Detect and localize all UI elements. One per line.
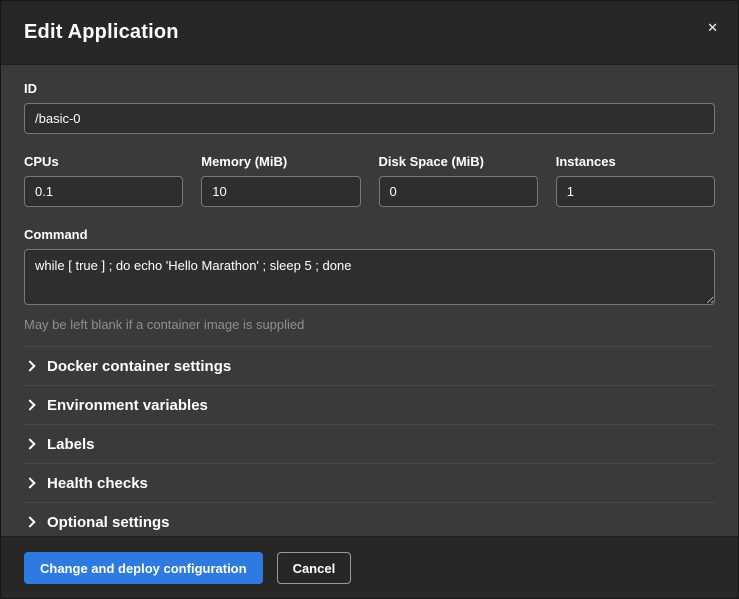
disk-label: Disk Space (MiB) — [379, 154, 538, 169]
chevron-right-icon — [24, 438, 35, 449]
section-docker-container-settings[interactable]: Docker container settings — [24, 346, 715, 385]
id-field-group: ID — [24, 81, 715, 134]
section-optional-settings[interactable]: Optional settings — [24, 502, 715, 536]
chevron-right-icon — [24, 399, 35, 410]
section-label: Docker container settings — [47, 358, 231, 375]
section-health-checks[interactable]: Health checks — [24, 463, 715, 502]
section-labels[interactable]: Labels — [24, 424, 715, 463]
disk-input[interactable] — [379, 176, 538, 207]
memory-label: Memory (MiB) — [201, 154, 360, 169]
section-label: Health checks — [47, 475, 148, 492]
section-label: Optional settings — [47, 514, 170, 531]
cpus-label: CPUs — [24, 154, 183, 169]
edit-application-form: ID CPUs Memory (MiB) Disk Space (MiB) In… — [1, 65, 738, 536]
modal-header: Edit Application ✕ — [1, 1, 738, 65]
command-field-group: Command while [ true ] ; do echo 'Hello … — [24, 227, 715, 332]
edit-application-modal: Edit Application ✕ ID CPUs Memory (MiB) … — [0, 0, 739, 599]
instances-field-group: Instances — [556, 154, 715, 207]
command-label: Command — [24, 227, 715, 242]
section-label: Labels — [47, 436, 95, 453]
disk-field-group: Disk Space (MiB) — [379, 154, 538, 207]
cpus-input[interactable] — [24, 176, 183, 207]
command-input[interactable]: while [ true ] ; do echo 'Hello Marathon… — [24, 249, 715, 305]
id-input[interactable] — [24, 103, 715, 134]
instances-input[interactable] — [556, 176, 715, 207]
cancel-button[interactable]: Cancel — [277, 552, 352, 584]
instances-label: Instances — [556, 154, 715, 169]
chevron-right-icon — [24, 516, 35, 527]
cpus-field-group: CPUs — [24, 154, 183, 207]
close-icon[interactable]: ✕ — [703, 17, 722, 38]
memory-field-group: Memory (MiB) — [201, 154, 360, 207]
chevron-right-icon — [24, 477, 35, 488]
section-label: Environment variables — [47, 397, 208, 414]
command-help-text: May be left blank if a container image i… — [24, 317, 715, 332]
section-environment-variables[interactable]: Environment variables — [24, 385, 715, 424]
resources-row: CPUs Memory (MiB) Disk Space (MiB) Insta… — [24, 154, 715, 207]
modal-footer: Change and deploy configuration Cancel — [1, 536, 738, 598]
change-and-deploy-button[interactable]: Change and deploy configuration — [24, 552, 263, 584]
id-label: ID — [24, 81, 715, 96]
page-title: Edit Application — [24, 21, 179, 44]
collapsible-sections: Docker container settings Environment va… — [24, 346, 715, 536]
memory-input[interactable] — [201, 176, 360, 207]
chevron-right-icon — [24, 360, 35, 371]
